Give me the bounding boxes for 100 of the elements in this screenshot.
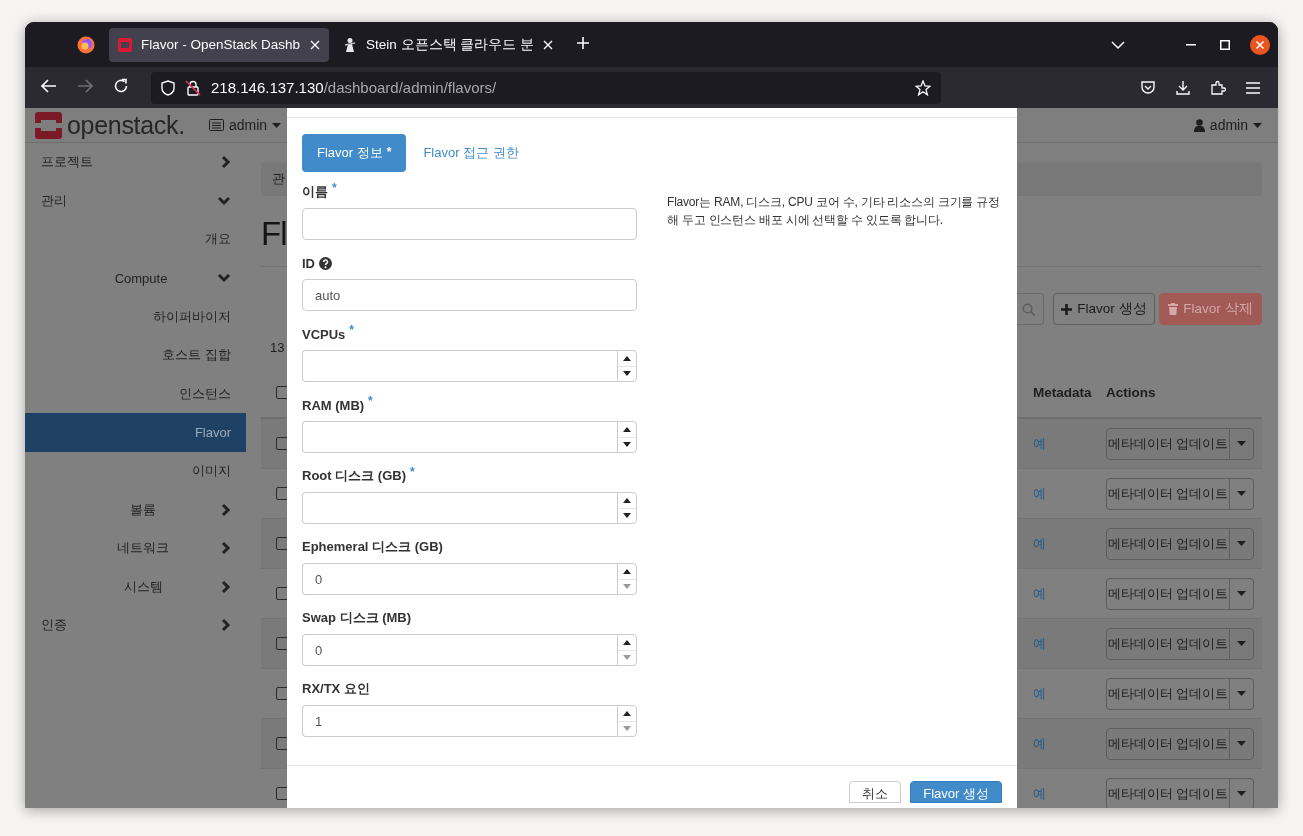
caret-up-icon (623, 639, 631, 645)
caret-down-icon (1237, 691, 1246, 696)
caret-up-icon (623, 497, 631, 503)
caret-down-icon (1237, 591, 1246, 596)
sidebar-item[interactable]: 호스트 집합 (25, 335, 246, 375)
chevron-right-icon (221, 579, 231, 594)
sidebar-item[interactable]: 시스템 (25, 567, 246, 607)
pocket-icon[interactable] (1140, 79, 1156, 96)
puzzle-icon[interactable] (1210, 79, 1226, 96)
field-label: RAM (MB) (302, 397, 365, 413)
figure-icon (342, 36, 358, 53)
close-icon[interactable] (309, 38, 321, 51)
sidebar-item[interactable]: Flavor (25, 413, 246, 452)
number-field[interactable]: 0 (302, 563, 617, 595)
caret-down-icon (623, 371, 631, 377)
page-title: Fl (261, 215, 287, 252)
column-header: Metadata (1033, 385, 1092, 400)
openstack-logo-icon (117, 36, 133, 53)
caret-down-icon (1237, 491, 1246, 496)
text-field[interactable]: auto (302, 279, 637, 311)
required-mark: * (368, 394, 373, 408)
sidebar-item[interactable]: 네트워크 (25, 528, 246, 568)
split-button[interactable]: 메타데이터 업데이트 (1106, 477, 1254, 510)
back-icon[interactable] (41, 78, 57, 93)
split-button[interactable]: 메타데이터 업데이트 (1106, 727, 1254, 760)
field-label: ID (302, 255, 315, 271)
number-field[interactable] (302, 421, 617, 453)
field-label: Swap 디스크 (MB) (302, 609, 412, 627)
sidebar-item[interactable]: 이미지 (25, 451, 246, 491)
sidebar-item[interactable]: Compute (25, 258, 246, 298)
close-icon[interactable] (542, 38, 555, 51)
user-dropdown[interactable]: admin (1193, 117, 1262, 133)
number-field[interactable] (302, 350, 617, 382)
firefox-icon[interactable] (77, 35, 95, 54)
maximize-icon[interactable] (1220, 39, 1230, 50)
caret-down-icon (623, 655, 631, 661)
sidebar-item[interactable]: 하이퍼바이저 (25, 297, 246, 336)
plus-icon (1061, 303, 1073, 315)
chevron-right-icon (221, 541, 231, 556)
number-field[interactable]: 0 (302, 634, 617, 666)
help-icon[interactable] (319, 256, 332, 270)
cancel-button[interactable]: 취소 (849, 781, 902, 803)
column-header: Actions (1106, 385, 1156, 400)
chevron-down-icon[interactable] (1111, 39, 1125, 50)
breadcrumb-text[interactable]: 관 (272, 170, 285, 188)
required-mark: * (410, 465, 415, 479)
split-button[interactable]: 메타데이터 업데이트 (1106, 427, 1254, 460)
menu-icon[interactable] (1245, 80, 1261, 95)
download-icon[interactable] (1175, 79, 1191, 96)
caret-down-icon (272, 122, 282, 128)
sidebar-item[interactable]: 볼륨 (25, 490, 246, 529)
logo-text: openstack. (67, 110, 185, 140)
browser-tab[interactable]: Flavor - OpenStack Dashb (109, 27, 329, 62)
split-button[interactable]: 메타데이터 업데이트 (1106, 527, 1254, 560)
split-button[interactable]: 메타데이터 업데이트 (1106, 777, 1254, 808)
project-dropdown[interactable]: admin (208, 117, 282, 133)
field-label: RX/TX 요인 (302, 680, 370, 698)
caret-up-icon (623, 355, 631, 361)
number-field[interactable]: 1 (302, 705, 617, 737)
submit-button[interactable]: Flavor 생성 (910, 781, 1002, 803)
split-button[interactable]: 메타데이터 업데이트 (1106, 577, 1254, 610)
required-mark: * (349, 323, 355, 337)
shield-icon[interactable] (161, 79, 175, 96)
caret-down-icon (1237, 441, 1246, 446)
sidebar-item[interactable]: 관리 (25, 181, 246, 221)
chevron-down-icon (217, 273, 231, 284)
search-icon (1022, 302, 1035, 316)
chevron-right-icon (221, 502, 231, 517)
field-label: VCPUs (302, 326, 346, 342)
sidebar-item[interactable]: 인스턴스 (25, 374, 246, 414)
address-field[interactable]: 218.146.137.130/dashboard/admin/flavors/ (151, 71, 941, 104)
modal-tab[interactable]: Flavor 접근 권한 (408, 134, 534, 172)
caret-down-icon (1237, 641, 1246, 646)
close-icon[interactable] (1250, 34, 1270, 55)
sidebar-item[interactable]: 인증 (25, 606, 246, 645)
split-button[interactable]: 메타데이터 업데이트 (1106, 627, 1254, 660)
text-field[interactable] (302, 208, 637, 240)
lock-icon[interactable] (185, 79, 201, 96)
sidebar-item[interactable]: 개요 (25, 220, 246, 259)
minimize-icon[interactable] (1186, 43, 1196, 46)
openstack-logo-icon (35, 111, 62, 139)
chevron-right-icon (221, 155, 231, 170)
reload-icon[interactable] (113, 77, 129, 94)
caret-down-icon (623, 442, 631, 448)
browser-tab[interactable]: Stein 오픈스택 클라우드 분 (334, 27, 563, 62)
star-icon[interactable] (915, 79, 931, 96)
list-icon (208, 119, 224, 131)
caret-down-icon (1237, 791, 1246, 796)
user-icon (1193, 118, 1205, 132)
number-field[interactable] (302, 492, 617, 524)
caret-up-icon (623, 710, 631, 716)
forward-icon[interactable] (77, 78, 93, 93)
chevron-right-icon (221, 618, 231, 633)
caret-down-icon (1237, 541, 1246, 546)
plus-icon[interactable] (576, 35, 591, 50)
field-label: Root 디스크 (GB) (302, 467, 406, 485)
create-button[interactable]: Flavor 생성 (1053, 293, 1155, 325)
trash-icon (1168, 303, 1179, 315)
split-button[interactable]: 메타데이터 업데이트 (1106, 677, 1254, 710)
sidebar-item[interactable]: 프로젝트 (25, 143, 246, 182)
